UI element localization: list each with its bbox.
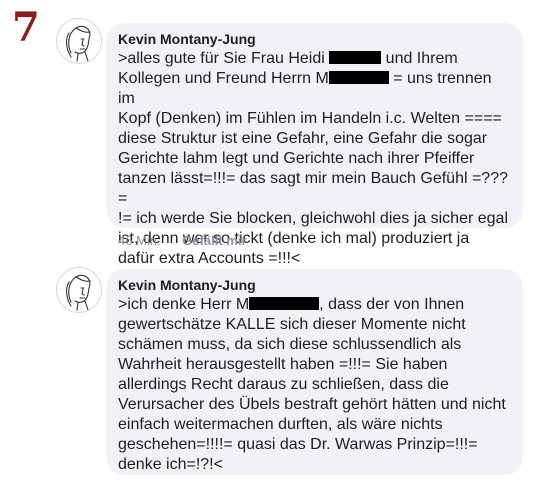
avatar[interactable] bbox=[56, 18, 102, 64]
comment-text: >ich denke Herr M, dass der von Ihnen ge… bbox=[118, 296, 506, 473]
avatar[interactable] bbox=[56, 267, 102, 313]
redaction-bar bbox=[328, 71, 389, 84]
comment-author[interactable]: Kevin Montany-Jung bbox=[118, 31, 511, 48]
like-button[interactable]: Gefällt mir bbox=[182, 233, 246, 248]
comment-bubble: Kevin Montany-Jung >ich denke Herr M, da… bbox=[106, 269, 523, 475]
comment-bubble: Kevin Montany-Jung >alles gute für Sie F… bbox=[106, 23, 523, 267]
comment-number-marker: 7 bbox=[12, 4, 40, 51]
sketch-face-icon bbox=[66, 274, 91, 311]
sketch-face-icon bbox=[66, 25, 91, 62]
comment-timestamp[interactable]: 46 Min. bbox=[118, 233, 161, 248]
comment-meta: 46 Min. Gefällt mir bbox=[118, 233, 247, 249]
redaction-bar bbox=[329, 51, 382, 64]
redaction-bar bbox=[249, 297, 320, 310]
comment-author[interactable]: Kevin Montany-Jung bbox=[118, 277, 511, 294]
